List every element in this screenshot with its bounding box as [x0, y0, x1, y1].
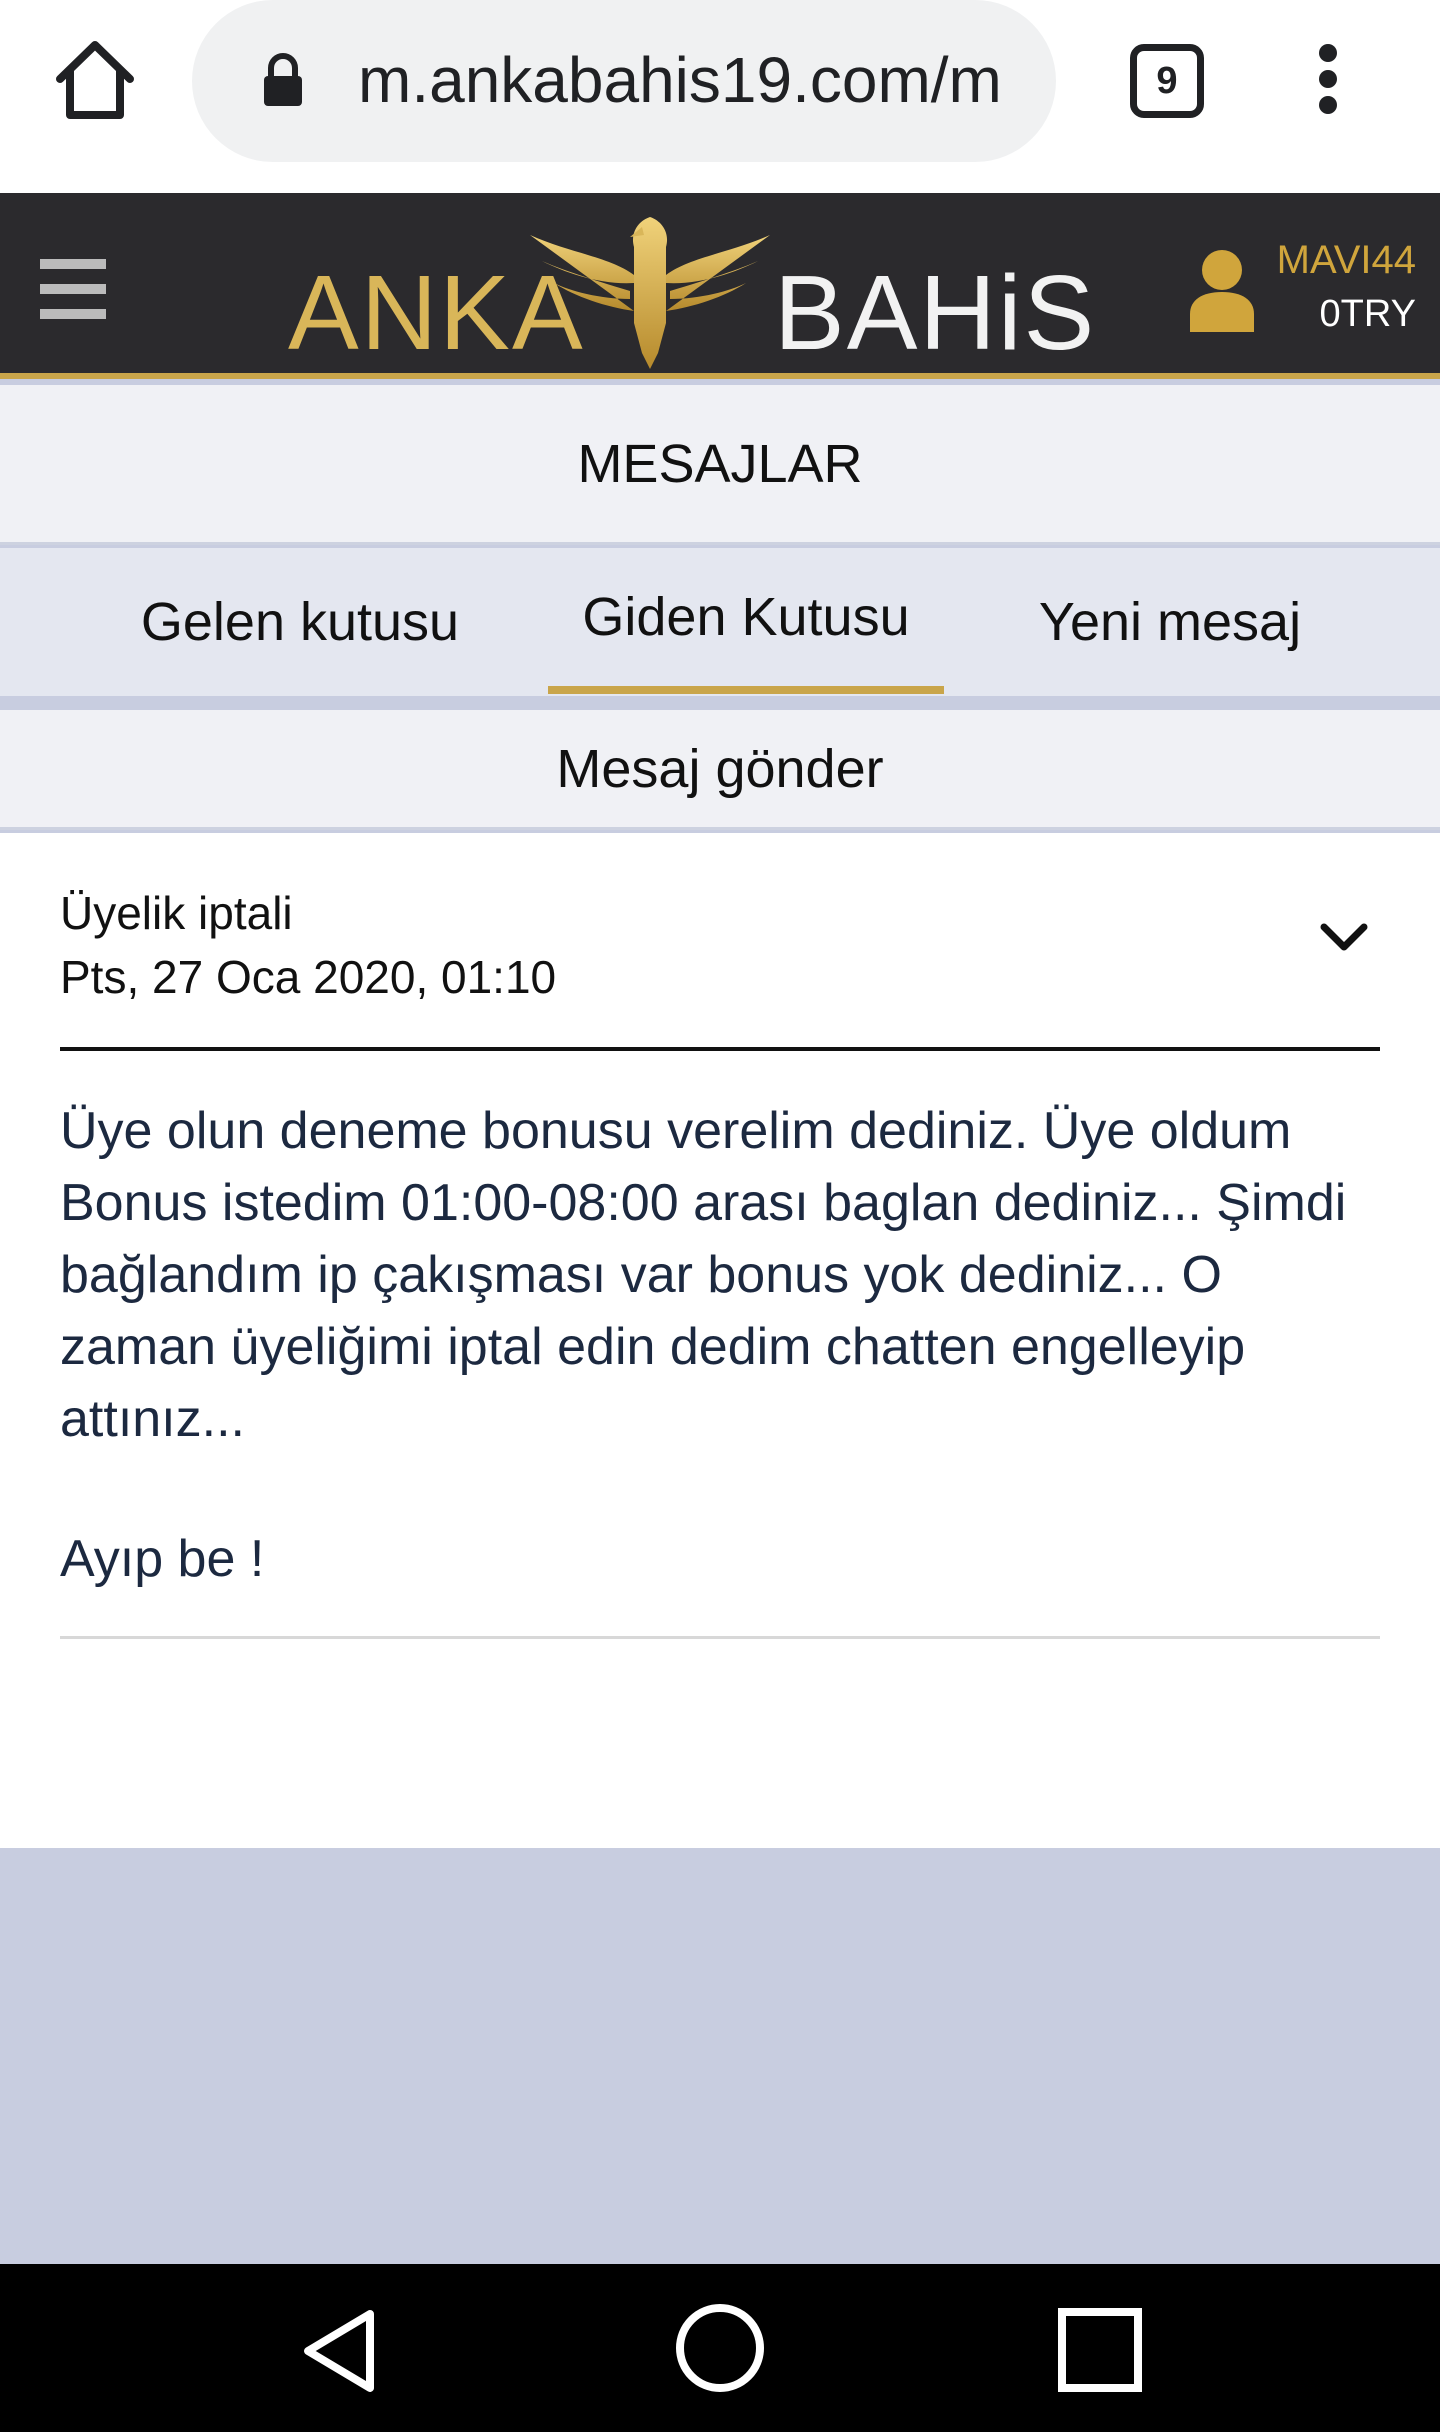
message-date: Pts, 27 Oca 2020, 01:10 — [60, 951, 557, 1003]
tab-switcher-button[interactable]: 9 — [1130, 44, 1204, 118]
back-icon[interactable] — [300, 2308, 380, 2394]
tab-divider — [0, 696, 1440, 710]
lock-icon — [262, 52, 304, 108]
message-closing: Ayıp be ! — [60, 1530, 265, 1588]
user-icon[interactable] — [1186, 248, 1258, 332]
eagle-logo-icon[interactable] — [530, 213, 770, 369]
system-nav-bar — [0, 2264, 1440, 2432]
more-vert-icon[interactable] — [1312, 44, 1344, 124]
send-message-button[interactable]: Mesaj gönder — [0, 710, 1440, 830]
tab-new-message[interactable]: Yeni mesaj — [980, 548, 1360, 696]
logo-text-right[interactable]: BAHiS — [774, 253, 1096, 373]
chevron-down-icon[interactable] — [1318, 915, 1370, 959]
tab-outbox[interactable]: Giden Kutusu — [548, 548, 944, 694]
tab-inbox[interactable]: Gelen kutusu — [100, 548, 500, 696]
browser-toolbar: m.ankabahis19.com/m 9 — [0, 0, 1440, 193]
home-circle-icon[interactable] — [676, 2304, 764, 2392]
message-body: Üye olun deneme bonusu verelim dediniz. … — [60, 1102, 1347, 1448]
home-icon[interactable] — [50, 35, 140, 125]
message-card: Üyelik iptali Pts, 27 Oca 2020, 01:10 Üy… — [0, 833, 1440, 1848]
message-subject[interactable]: Üyelik iptali — [60, 883, 293, 943]
balance-label: 0TRY — [1319, 293, 1416, 335]
message-bottom-divider — [60, 1636, 1380, 1639]
hamburger-icon[interactable] — [40, 259, 106, 319]
username-label[interactable]: MAVI44 — [1277, 235, 1416, 285]
site-header: ANKA BAHiS MAVI44 0TRY — [0, 193, 1440, 379]
message-tabs: Gelen kutusu Giden Kutusu Yeni mesaj — [0, 548, 1440, 696]
recent-apps-icon[interactable] — [1058, 2308, 1142, 2392]
page-title: MESAJLAR — [0, 385, 1440, 545]
message-divider — [60, 1047, 1380, 1051]
url-text[interactable]: m.ankabahis19.com/m — [358, 40, 1018, 120]
